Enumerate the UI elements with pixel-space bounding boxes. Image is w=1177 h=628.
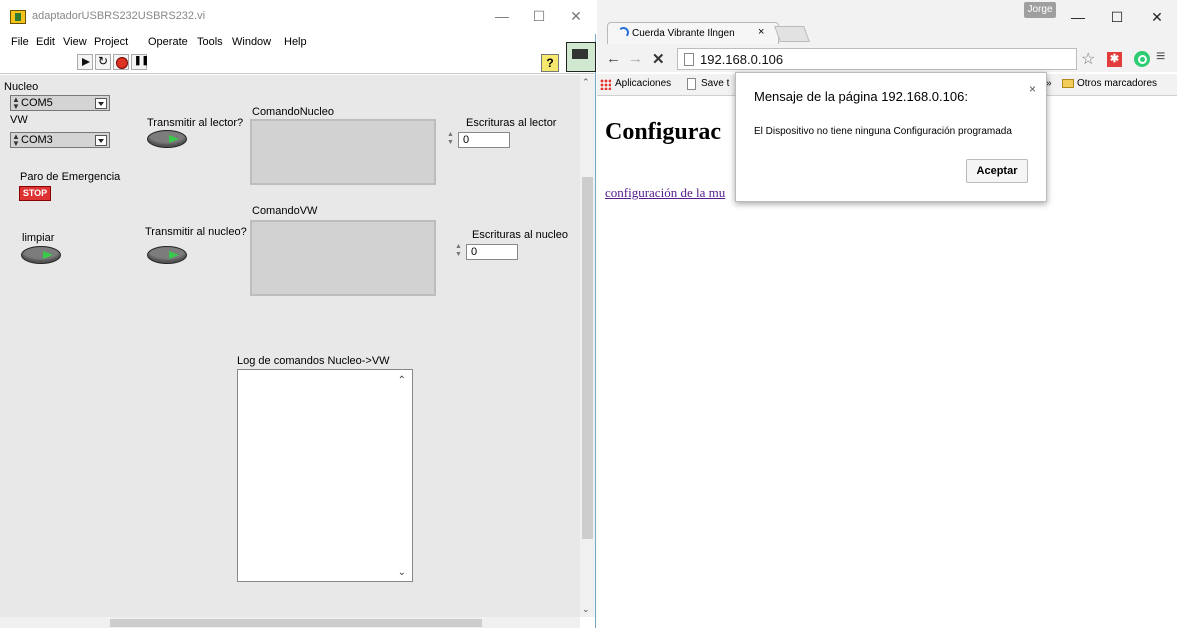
transmitir-lector-toggle[interactable] [147,130,187,148]
dropdown-arrow-icon[interactable] [95,135,107,146]
menu-edit[interactable]: Edit [36,36,55,48]
tab-title: Cuerda Vibrante Ilngen [632,28,735,39]
comando-nucleo-string[interactable] [250,119,436,185]
ring-increment-icon[interactable]: ▲ ▼ [12,133,20,148]
scroll-up-icon[interactable]: ⌃ [582,77,590,88]
nucleo-label: Nucleo [4,81,39,93]
run-continuously-icon[interactable] [95,54,111,70]
loading-spinner-icon [618,27,629,38]
run-arrow-icon[interactable] [77,54,93,70]
stop-button[interactable]: STOP [19,186,51,201]
transmitir-lector-label: Transmitir al lector? [147,117,244,129]
dialog-message: El Dispositivo no tiene ninguna Configur… [754,126,1012,137]
paro-emergencia-label: Paro de Emergencia [20,171,121,183]
scroll-up-icon[interactable]: ⌃ [398,375,406,386]
tab-close-icon[interactable]: × [758,26,764,38]
menu-window[interactable]: Window [232,36,271,48]
log-textbox[interactable]: ⌃ ⌄ [237,369,413,582]
stop-loading-icon[interactable]: ✕ [652,50,665,68]
escrituras-lector-value: 0 [463,134,470,146]
vi-connector-icon [566,42,596,72]
alert-dialog: Mensaje de la página 192.168.0.106: × El… [735,72,1047,202]
close-button[interactable]: ✕ [562,6,590,26]
address-bar[interactable]: 192.168.0.106 [677,48,1077,70]
limpiar-label: limpiar [22,232,55,244]
increment-arrows-icon[interactable]: ▲ ▼ [455,243,462,259]
page-icon [687,78,696,90]
menu-tools[interactable]: Tools [197,36,223,48]
front-panel: Nucleo ▲ ▼ COM5 VW ▲ ▼ COM3 Transmitir al … [0,75,580,617]
comando-vw-string[interactable] [250,220,436,296]
chrome-tabstrip: Cuerda Vibrante Ilngen × Jorge — ☐ ✕ ← →… [597,0,1177,72]
scrollbar-thumb[interactable] [110,619,482,627]
escrituras-lector-label: Escrituras al lector [466,117,557,129]
labview-titlebar: adaptadorUSBRS232USBRS232.vi — ☐ ✕ [0,0,596,34]
dialog-close-icon[interactable]: × [1029,82,1036,96]
apps-grid-icon[interactable] [600,79,611,90]
back-arrow-icon[interactable]: ← [606,50,621,67]
maximize-button[interactable]: ☐ [525,6,553,26]
labview-window-title: adaptadorUSBRS232USBRS232.vi [32,10,206,22]
horizontal-scrollbar[interactable] [0,617,580,628]
vw-label: VW [10,114,28,126]
escrituras-nucleo-indicator: 0 [466,244,518,260]
dialog-title: Mensaje de la página 192.168.0.106: [754,89,968,104]
comando-nucleo-label: ComandoNucleo [252,106,334,118]
transmitir-nucleo-toggle[interactable] [147,246,187,264]
menu-file[interactable]: File [11,36,29,48]
scroll-down-icon[interactable]: ⌄ [398,567,406,578]
vertical-scrollbar[interactable]: ⌃ ⌄ [580,75,595,617]
escrituras-lector-indicator: 0 [458,132,510,148]
url-text: 192.168.0.106 [700,52,784,67]
escrituras-nucleo-value: 0 [471,246,478,258]
bookmark-star-icon[interactable]: ☆ [1081,49,1095,69]
extension-green-icon[interactable] [1134,51,1150,67]
page-heading: Configurac [605,119,721,145]
abort-icon[interactable] [113,54,129,70]
vw-com-selector[interactable]: ▲ ▼ COM3 [10,132,110,148]
bookmark-others[interactable]: Otros marcadores [1077,78,1157,89]
dropdown-arrow-icon[interactable] [95,98,107,109]
config-link[interactable]: configuración de la mu [605,185,725,201]
minimize-button[interactable]: — [1063,6,1093,28]
menu-operate[interactable]: Operate [148,36,188,48]
comando-vw-label: ComandoVW [252,205,318,217]
scrollbar-thumb[interactable] [582,177,593,539]
profile-badge[interactable]: Jorge [1024,2,1056,18]
context-help-button[interactable]: ? [541,54,559,72]
nucleo-com-value: COM5 [21,97,53,109]
bookmark-save[interactable]: Save t [701,78,729,89]
folder-icon [1062,79,1074,88]
page-icon [684,53,694,66]
labview-window: adaptadorUSBRS232USBRS232.vi — ☐ ✕ File … [0,0,596,628]
new-tab-button[interactable] [774,26,810,42]
labview-app-icon [10,10,26,24]
chrome-menu-icon[interactable]: ≡ [1156,48,1165,66]
ring-increment-icon[interactable]: ▲ ▼ [12,96,20,111]
pause-icon[interactable] [131,54,149,70]
minimize-button[interactable]: — [488,6,516,26]
vw-com-value: COM3 [21,134,53,146]
forward-arrow-icon[interactable]: → [628,50,643,67]
close-button[interactable]: ✕ [1142,6,1172,28]
escrituras-nucleo-label: Escrituras al nucleo [472,229,568,241]
accept-button[interactable]: Aceptar [966,159,1028,183]
bookmark-apps[interactable]: Aplicaciones [615,78,671,89]
menu-help[interactable]: Help [284,36,307,48]
scroll-down-icon[interactable]: ⌄ [582,604,590,615]
limpiar-button[interactable] [21,246,61,264]
extension-red-icon[interactable]: ✱ [1107,52,1122,67]
log-label: Log de comandos Nucleo->VW [237,355,390,367]
menu-project[interactable]: Project [94,36,128,48]
browser-tab[interactable]: Cuerda Vibrante Ilngen × [607,22,779,44]
increment-arrows-icon[interactable]: ▲ ▼ [447,131,454,147]
nucleo-com-selector[interactable]: ▲ ▼ COM5 [10,95,110,111]
maximize-button[interactable]: ☐ [1102,6,1132,28]
transmitir-nucleo-label: Transmitir al nucleo? [145,226,247,238]
labview-toolbar: ? [0,52,596,74]
menu-view[interactable]: View [63,36,87,48]
